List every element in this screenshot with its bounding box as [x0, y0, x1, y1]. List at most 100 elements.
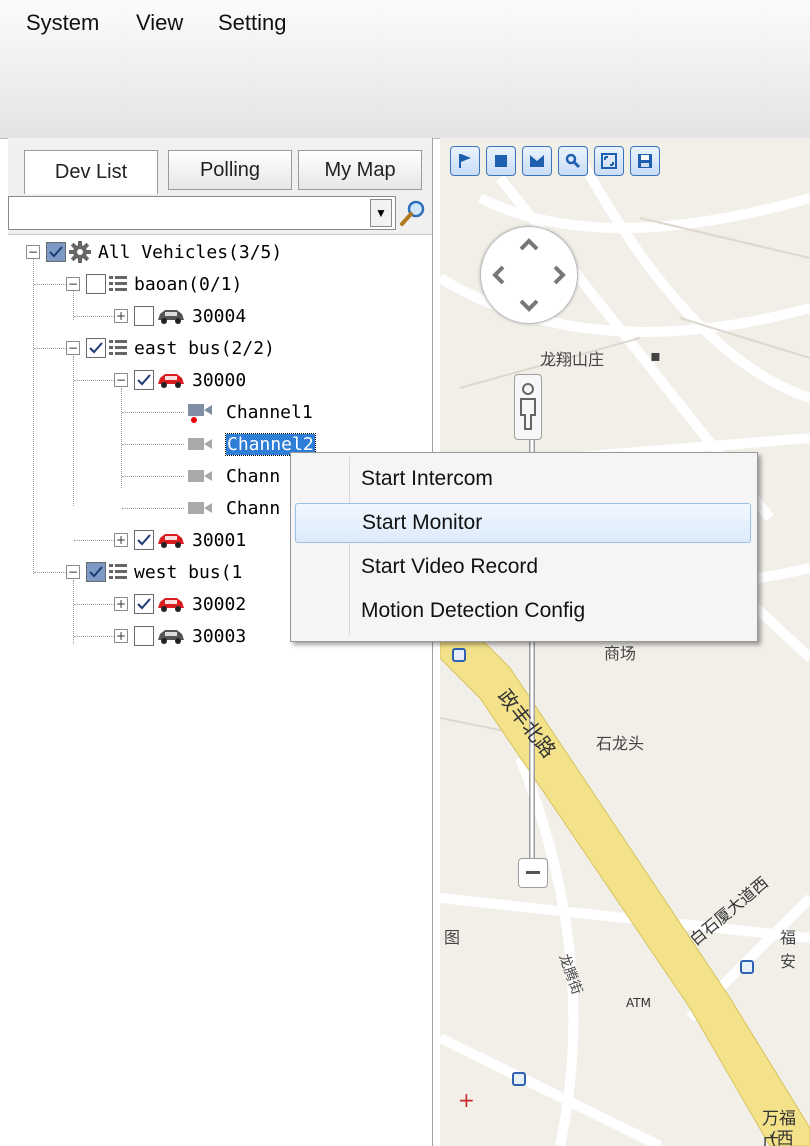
search-input[interactable] — [8, 196, 396, 230]
dropdown-button[interactable]: ▼ — [370, 199, 392, 227]
tree-vehicle-30002[interactable]: + 30002 — [114, 590, 246, 618]
list-icon — [108, 274, 128, 294]
collapse-toggle[interactable]: − — [26, 245, 40, 259]
checkbox[interactable] — [134, 306, 154, 326]
expand-toggle[interactable]: + — [114, 309, 128, 323]
tree-group-baoan[interactable]: − baoan(0/1) — [66, 270, 242, 298]
menu-setting[interactable]: Setting — [218, 10, 287, 36]
map-label: 福安 — [780, 928, 797, 971]
tree-label: 30001 — [192, 529, 247, 551]
checkbox[interactable] — [86, 562, 106, 582]
menu-item-start-intercom[interactable]: Start Intercom — [295, 459, 751, 499]
tree-vehicle-30000[interactable]: − 30000 — [114, 366, 246, 394]
checkbox[interactable] — [134, 594, 154, 614]
map-label: (西 — [770, 1129, 794, 1146]
collapse-toggle[interactable]: − — [66, 341, 80, 355]
panel-tabs: Dev List Polling My Map — [8, 138, 432, 196]
device-tree: − All Vehicles(3/5) − baoan(0/1) + 30004… — [8, 236, 432, 1146]
car-icon — [156, 594, 186, 614]
pan-down-icon — [519, 299, 539, 312]
person-icon — [520, 383, 536, 430]
tree-vehicle-30001[interactable]: + 30001 — [114, 526, 246, 554]
menu-view[interactable]: View — [136, 10, 183, 36]
map-view[interactable]: 龙翔山庄 ▪ 商场 石龙头 政丰北路 白石厦大道西 福安 万福广 (西 ATM … — [440, 138, 810, 1146]
pan-control[interactable] — [480, 226, 578, 324]
stop-button[interactable] — [486, 146, 516, 176]
tab-dev-list[interactable]: Dev List — [24, 150, 158, 194]
checkbox[interactable] — [134, 626, 154, 646]
checkbox[interactable] — [86, 338, 106, 358]
car-icon — [156, 530, 186, 550]
tree-label: west bus(1 — [134, 561, 243, 583]
map-label: ATM — [626, 996, 651, 1010]
tree-channel-3[interactable]: Chann — [186, 462, 280, 490]
fullscreen-icon — [601, 153, 617, 169]
tree-label: baoan(0/1) — [134, 273, 243, 295]
tab-polling[interactable]: Polling — [168, 150, 292, 190]
checkbox[interactable] — [134, 530, 154, 550]
zoom-out-button[interactable] — [518, 858, 548, 888]
tree-label: east bus(2/2) — [134, 337, 275, 359]
car-icon — [156, 626, 186, 646]
car-icon — [156, 370, 186, 390]
menu-bar: System View Setting — [0, 0, 810, 139]
tree-label: Channel1 — [226, 401, 313, 423]
flag-button[interactable] — [450, 146, 480, 176]
tree-vehicle-30003[interactable]: + 30003 — [114, 622, 246, 650]
expand-toggle[interactable]: + — [114, 597, 128, 611]
tree-vehicle-30004[interactable]: + 30004 — [114, 302, 246, 330]
tree-channel-1[interactable]: Channel1 — [186, 398, 313, 426]
camera-icon — [186, 433, 220, 455]
bus-stop-icon — [512, 1072, 526, 1086]
tree-label: 30003 — [192, 625, 247, 647]
tree-root[interactable]: − All Vehicles(3/5) — [26, 238, 282, 266]
tree-channel-4[interactable]: Chann — [186, 494, 280, 522]
tree-label: All Vehicles(3/5) — [98, 241, 283, 263]
save-button[interactable] — [630, 146, 660, 176]
map-label: 龙翔山庄 — [540, 350, 605, 369]
tab-my-map[interactable]: My Map — [298, 150, 422, 190]
pan-left-icon — [492, 265, 505, 285]
checkbox[interactable] — [134, 370, 154, 390]
save-icon — [638, 154, 652, 168]
pan-right-icon — [553, 265, 566, 285]
tree-label: 30004 — [192, 305, 247, 327]
expand-toggle[interactable]: + — [114, 629, 128, 643]
tree-group-west-bus[interactable]: − west bus(1 — [66, 558, 242, 586]
street-view-button[interactable] — [514, 374, 542, 440]
expand-toggle[interactable]: + — [114, 533, 128, 547]
bus-stop-icon — [452, 648, 466, 662]
hospital-icon: + — [458, 1088, 475, 1112]
menu-item-start-video-record[interactable]: Start Video Record — [295, 547, 751, 587]
collapse-toggle[interactable]: − — [66, 565, 80, 579]
map-poi-dot: ▪ — [650, 346, 661, 365]
list-icon — [108, 562, 128, 582]
tree-label: 30002 — [192, 593, 247, 615]
checkbox[interactable] — [46, 242, 66, 262]
find-button[interactable] — [558, 146, 588, 176]
tree-label: 30000 — [192, 369, 247, 391]
camera-recording-icon — [186, 401, 220, 423]
pan-up-icon — [519, 238, 539, 251]
search-row: ▼ — [8, 194, 432, 235]
collapse-toggle[interactable]: − — [114, 373, 128, 387]
tree-label: Chann — [226, 465, 281, 487]
context-menu: Start Intercom Start Monitor Start Video… — [290, 452, 758, 642]
menu-system[interactable]: System — [26, 10, 99, 36]
camera-icon — [186, 497, 220, 519]
menu-item-motion-detection-config[interactable]: Motion Detection Config — [295, 591, 751, 631]
car-icon — [156, 306, 186, 326]
flag-icon — [459, 154, 471, 168]
collapse-toggle[interactable]: − — [66, 277, 80, 291]
fullscreen-button[interactable] — [594, 146, 624, 176]
map-label: 石龙头 — [596, 734, 645, 753]
list-icon — [108, 338, 128, 358]
checkbox[interactable] — [86, 274, 106, 294]
gear-icon — [68, 240, 92, 264]
bus-stop-icon — [740, 960, 754, 974]
search-button[interactable] — [398, 198, 428, 228]
menu-item-start-monitor[interactable]: Start Monitor — [295, 503, 751, 543]
device-panel: Dev List Polling My Map ▼ − All Vehicles… — [8, 138, 433, 1146]
area-button[interactable] — [522, 146, 552, 176]
tree-group-east-bus[interactable]: − east bus(2/2) — [66, 334, 275, 362]
